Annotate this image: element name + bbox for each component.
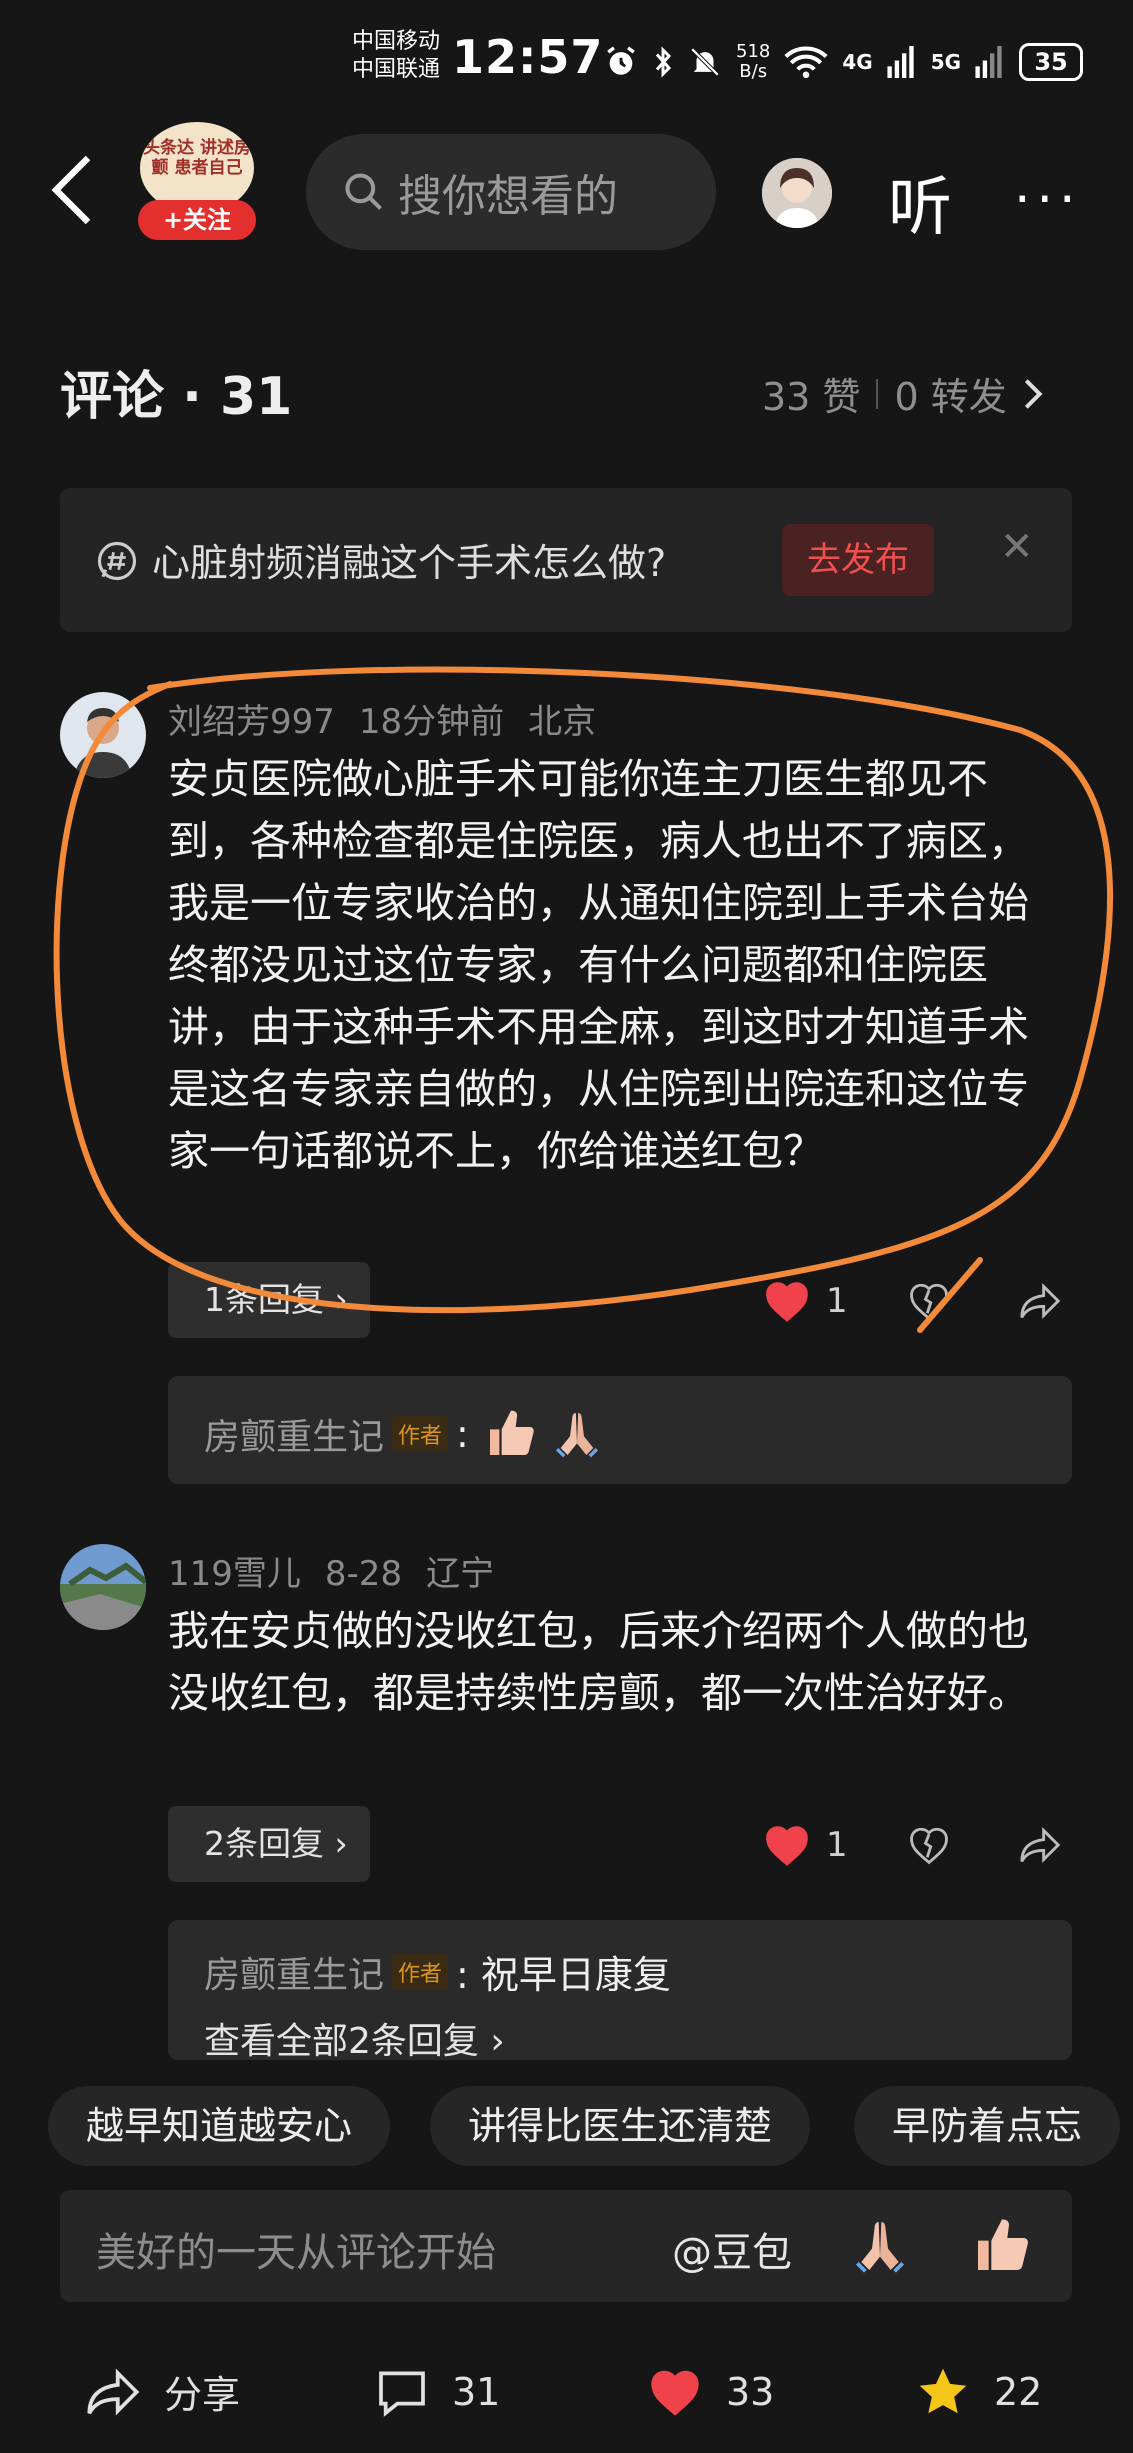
reply-author-name[interactable]: 房颤重生记 bbox=[204, 1946, 384, 1998]
reposts-count: 0 转发 bbox=[894, 375, 1007, 419]
comment-input-placeholder: 美好的一天从评论开始 bbox=[96, 2230, 496, 2276]
comment-avatar[interactable] bbox=[60, 1544, 146, 1630]
search-icon bbox=[345, 173, 382, 210]
user-avatar[interactable] bbox=[762, 158, 832, 228]
like-count: 33 bbox=[726, 2369, 775, 2414]
user-avatar-image bbox=[762, 158, 832, 228]
reply-text: : bbox=[456, 1412, 469, 1456]
comment-input[interactable]: 美好的一天从评论开始 @豆包 bbox=[60, 2190, 1072, 2302]
topic-prompt[interactable]: 心脏射频消融这个手术怎么做? 去发布 ✕ bbox=[60, 488, 1072, 632]
signal-icon-1 bbox=[887, 46, 914, 78]
author-badge: 作者 bbox=[392, 1953, 449, 1990]
comment-bubble-icon bbox=[379, 2370, 425, 2417]
bluetooth-icon bbox=[655, 46, 672, 78]
view-all-replies-label: 查看全部2条回复 bbox=[204, 2021, 479, 2062]
comment-like-count: 1 bbox=[826, 1825, 848, 1865]
topic-question: 心脏射频消融这个手术怎么做? bbox=[152, 541, 667, 585]
author-reply[interactable]: 房颤重生记 作者 : 祝早日康复 查看全部2条回复 › bbox=[168, 1920, 1072, 2062]
stats-divider bbox=[876, 378, 879, 409]
back-button[interactable] bbox=[48, 150, 96, 230]
comment-actions: 1 bbox=[762, 1822, 1062, 1868]
chevron-left-icon bbox=[51, 155, 91, 225]
favorite-button[interactable]: 22 bbox=[914, 2364, 1042, 2420]
author-reply[interactable]: 房颤重生记 作者 : bbox=[168, 1376, 1072, 1484]
quick-chip[interactable]: 讲得比医生还清楚 bbox=[430, 2086, 811, 2166]
publish-button[interactable]: 去发布 bbox=[782, 524, 934, 596]
view-all-replies-link[interactable]: 查看全部2条回复 › bbox=[204, 2012, 505, 2064]
clock: 12:57 bbox=[452, 30, 604, 84]
comment-text: 我在安贞做的没收红包，后来介绍两个人做的也没收红包，都是持续性房颤，都一次性治好… bbox=[168, 1607, 1029, 1717]
reply-author-name[interactable]: 房颤重生记 bbox=[204, 1408, 384, 1460]
comments-title: 评论 · 31 bbox=[60, 367, 293, 427]
mute-bell-icon bbox=[690, 47, 720, 77]
share-label: 分享 bbox=[164, 2373, 241, 2417]
follow-button[interactable]: +关注 bbox=[138, 200, 256, 240]
favorite-count: 22 bbox=[994, 2369, 1043, 2414]
view-replies-label: 2条回复 bbox=[204, 1824, 324, 1863]
listen-button[interactable]: 听 bbox=[888, 156, 952, 248]
more-options-button[interactable]: ··· bbox=[1014, 170, 1082, 230]
comment-count: 31 bbox=[452, 2369, 501, 2414]
view-replies-button[interactable]: 2条回复 › bbox=[168, 1806, 370, 1882]
article-stats[interactable]: 33 赞 0 转发 bbox=[762, 366, 1043, 421]
network-type-2: 5G bbox=[930, 50, 962, 74]
share-icon bbox=[87, 2368, 140, 2415]
speed-value: 518 bbox=[736, 41, 771, 62]
quick-reply-chips: 越早知道越安心 讲得比医生还清楚 早防着点忘 bbox=[48, 2086, 1133, 2166]
signal-icon-2 bbox=[975, 46, 1002, 78]
chevron-right-icon bbox=[1024, 378, 1043, 409]
quick-chip[interactable]: 早防着点忘 bbox=[854, 2086, 1121, 2166]
wifi-icon bbox=[784, 46, 828, 79]
carrier-1: 中国移动 bbox=[352, 29, 441, 54]
alarm-icon bbox=[607, 46, 635, 75]
broken-heart-icon[interactable] bbox=[908, 1825, 950, 1865]
publisher-avatar[interactable]: 头条达 讲述房颤 患者自己 +关注 bbox=[134, 122, 260, 240]
battery-level: 35 bbox=[1034, 48, 1068, 76]
bottom-action-bar: 分享 31 33 22 bbox=[0, 2330, 1133, 2453]
comment-location: 辽宁 bbox=[426, 1554, 495, 1594]
annotation-circle bbox=[53, 666, 1113, 1333]
comments-button[interactable]: 31 bbox=[374, 2366, 500, 2418]
praying-hands-emoji bbox=[555, 1413, 598, 1458]
star-icon bbox=[919, 2368, 967, 2413]
carrier-labels: 中国移动 中国联通 bbox=[352, 28, 440, 84]
share-arrow-icon[interactable] bbox=[1018, 1825, 1062, 1865]
ellipsis-icon: ··· bbox=[1014, 170, 1082, 230]
share-button[interactable]: 分享 bbox=[84, 2364, 240, 2419]
network-speed: 518 B/s bbox=[736, 42, 770, 82]
heart-filled-icon bbox=[651, 2370, 699, 2416]
mention-doubao-button[interactable]: @豆包 bbox=[672, 2220, 792, 2278]
close-icon[interactable]: ✕ bbox=[1000, 524, 1034, 570]
status-icons: 518 B/s 4G 5G 35 bbox=[604, 34, 1084, 90]
comment-username[interactable]: 119雪儿 bbox=[168, 1554, 301, 1594]
heart-filled-icon[interactable] bbox=[762, 1822, 812, 1868]
quick-chip[interactable]: 越早知道越安心 bbox=[48, 2086, 391, 2166]
search-bar[interactable]: 搜你想看的 bbox=[306, 134, 716, 250]
like-button[interactable]: 33 bbox=[646, 2366, 774, 2418]
carrier-2: 中国联通 bbox=[352, 57, 441, 82]
hashtag-icon bbox=[97, 541, 137, 581]
comment-time: 8-28 bbox=[324, 1554, 403, 1594]
comment-meta: 119雪儿 8-28 辽宁 bbox=[168, 1546, 518, 1595]
search-placeholder: 搜你想看的 bbox=[398, 171, 618, 222]
commenter-photo bbox=[60, 1544, 146, 1630]
author-badge: 作者 bbox=[392, 1416, 449, 1452]
thumbs-up-emoji bbox=[489, 1410, 534, 1455]
publisher-logo-text: 头条达 讲述房颤 患者自己 bbox=[143, 138, 251, 178]
reply-text: : 祝早日康复 bbox=[456, 1953, 671, 1997]
thumbs-up-emoji[interactable] bbox=[970, 2214, 1034, 2278]
speed-unit: B/s bbox=[739, 61, 768, 82]
battery-indicator: 35 bbox=[1019, 43, 1084, 81]
praying-hands-emoji[interactable] bbox=[848, 2214, 912, 2278]
network-type-1: 4G bbox=[842, 50, 873, 74]
likes-count: 33 赞 bbox=[762, 375, 861, 419]
